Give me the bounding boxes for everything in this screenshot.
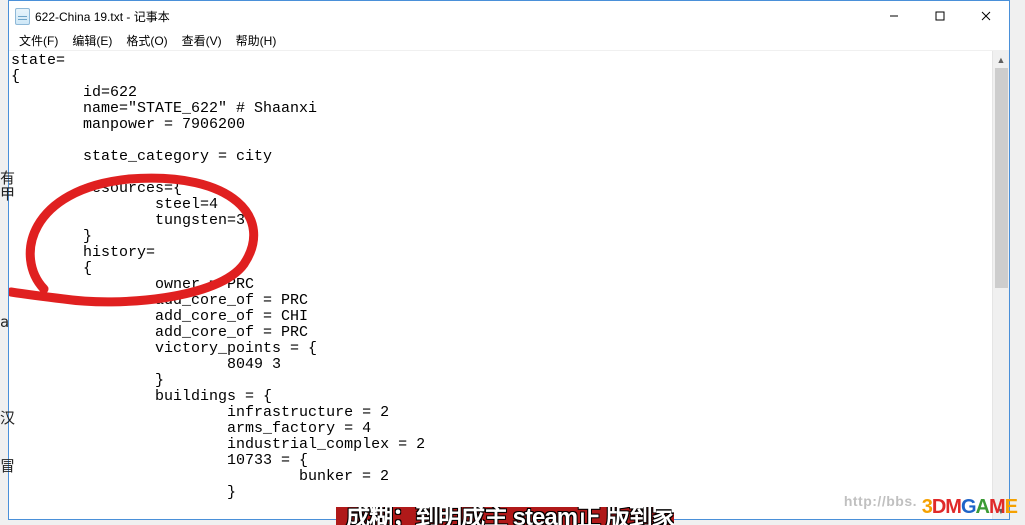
maximize-button[interactable] — [917, 1, 963, 31]
scroll-thumb[interactable] — [995, 68, 1008, 288]
menu-file[interactable]: 文件(F) — [13, 31, 64, 50]
background-banner-strip: 成糊；到明成主 steam正 版到家 — [336, 507, 674, 525]
menu-help[interactable]: 帮助(H) — [230, 31, 283, 50]
menubar: 文件(F) 编辑(E) 格式(O) 查看(V) 帮助(H) — [9, 31, 1009, 51]
titlebar[interactable]: 622-China 19.txt - 记事本 — [9, 1, 1009, 31]
background-left-fragments: 有甲a汉冒 — [0, 170, 8, 474]
window-controls — [871, 1, 1009, 31]
notepad-file-icon — [15, 8, 30, 25]
close-button[interactable] — [963, 1, 1009, 31]
menu-edit[interactable]: 编辑(E) — [66, 31, 118, 50]
scroll-up-arrow[interactable]: ▲ — [993, 51, 1009, 68]
notepad-window: 622-China 19.txt - 记事本 文件(F) 编辑(E) 格式(O)… — [8, 0, 1010, 520]
watermark-logo: 3DMGAME — [922, 496, 1017, 519]
watermark-url: http://bbs. — [844, 493, 917, 509]
background-banner-text: 成糊；到明成主 steam正 版到家 — [346, 507, 674, 525]
menu-view[interactable]: 查看(V) — [176, 31, 228, 50]
editor-content[interactable]: state= { id=622 name="STATE_622" # Shaan… — [11, 53, 991, 517]
menu-format[interactable]: 格式(O) — [120, 31, 173, 50]
vertical-scrollbar[interactable]: ▲ ▼ — [992, 51, 1009, 519]
editor-area: state= { id=622 name="STATE_622" # Shaan… — [9, 51, 1009, 519]
minimize-button[interactable] — [871, 1, 917, 31]
window-title: 622-China 19.txt - 记事本 — [35, 8, 170, 25]
